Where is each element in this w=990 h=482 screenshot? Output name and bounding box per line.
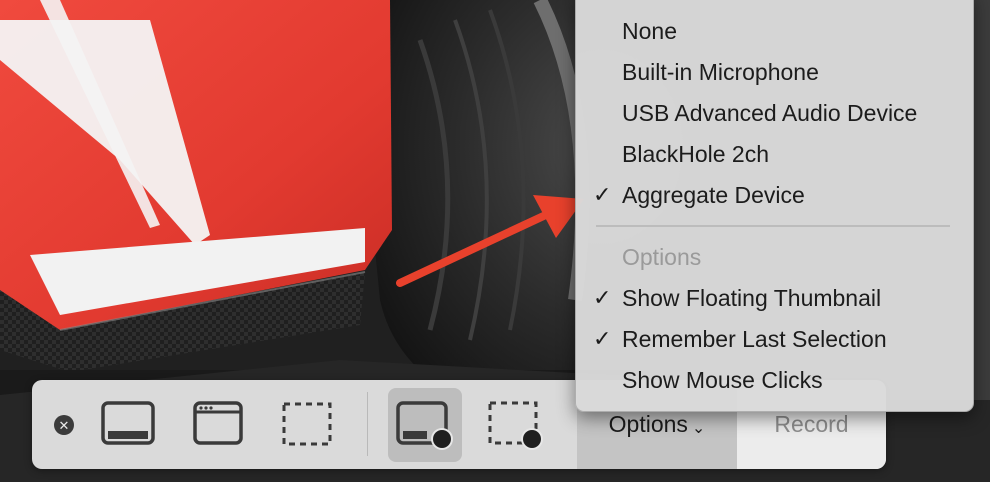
menu-item-show-mouse-clicks[interactable]: Show Mouse Clicks [576,360,973,400]
menu-section-header-options: Options [576,237,973,277]
menu-item-aggregate-device[interactable]: ✓ Aggregate Device [576,175,973,215]
menu-item-label: BlackHole 2ch [622,141,770,167]
capture-selection-button[interactable] [279,399,335,449]
checkmark-icon: ✓ [593,326,612,351]
checkmark-icon: ✓ [593,285,612,310]
menu-item-label: USB Advanced Audio Device [622,100,918,126]
menu-item-usb-advanced-audio-device[interactable]: USB Advanced Audio Device [576,93,973,133]
checkmark-icon: ✓ [593,182,612,207]
capture-selection-icon [282,402,332,446]
menu-item-label: Show Mouse Clicks [622,367,823,393]
menu-item-show-floating-thumbnail[interactable]: ✓ Show Floating Thumbnail [576,278,973,318]
menu-item-label: None [622,18,677,44]
options-menu: None Built-in Microphone USB Advanced Au… [575,0,974,412]
menu-item-none[interactable]: None [576,11,973,51]
menu-header-label: Options [622,244,702,270]
record-selection-icon [488,401,543,450]
capture-window-button[interactable] [190,399,246,449]
capture-entire-screen-icon [101,401,155,445]
menu-item-blackhole-2ch[interactable]: BlackHole 2ch [576,134,973,174]
menu-item-label: Show Floating Thumbnail [622,285,882,311]
menu-item-label: Built-in Microphone [622,59,819,85]
menu-item-built-in-microphone[interactable]: Built-in Microphone [576,52,973,92]
capture-entire-screen-button[interactable] [100,399,156,449]
chevron-down-icon: ⌄ [691,419,706,437]
menu-item-remember-last-selection[interactable]: ✓ Remember Last Selection [576,319,973,359]
menu-item-label: Remember Last Selection [622,326,887,352]
close-icon: ✕ [58,417,70,433]
record-button-label: Record [774,411,849,437]
toolbar-divider [367,392,368,456]
menu-item-label: Aggregate Device [622,182,805,208]
close-button[interactable]: ✕ [54,415,74,435]
record-entire-screen-icon [396,401,453,450]
record-entire-screen-button[interactable] [394,397,458,453]
options-button-label: Options [608,411,688,437]
record-selection-button[interactable] [484,397,548,453]
menu-separator [596,225,950,227]
capture-window-icon [193,401,243,445]
